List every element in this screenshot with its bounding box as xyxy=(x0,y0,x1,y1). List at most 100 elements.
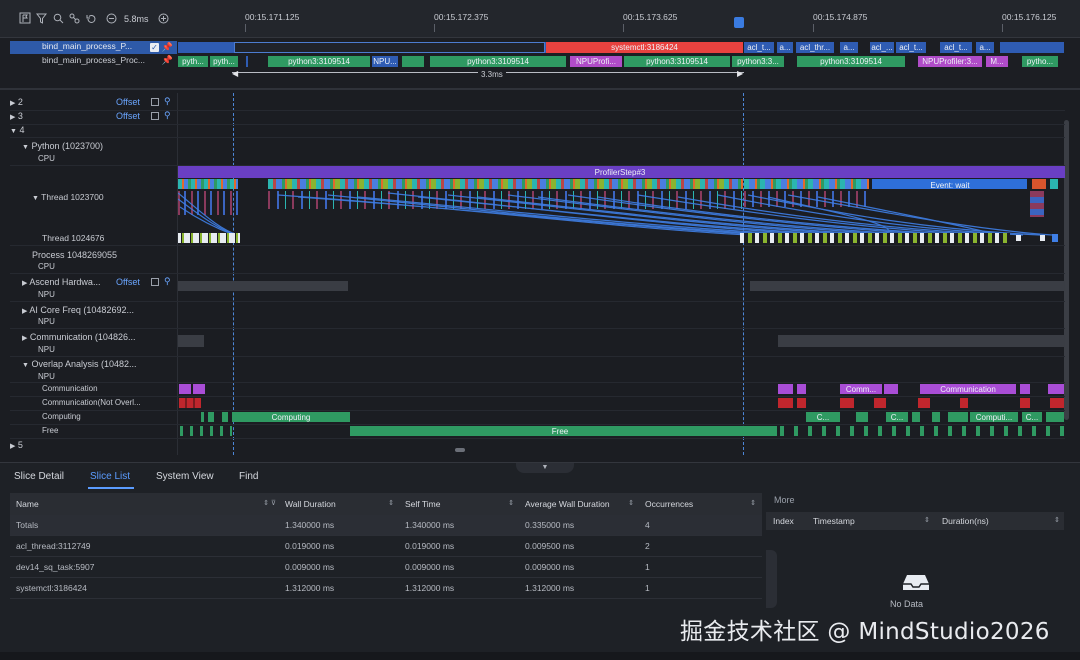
expand-icon[interactable]: ▶ xyxy=(10,114,15,121)
offset-link[interactable]: Offset xyxy=(116,97,140,107)
free-slice[interactable] xyxy=(180,426,232,436)
summary-bar[interactable] xyxy=(778,335,1065,347)
slice-bar[interactable]: NPUProfi... xyxy=(570,56,622,67)
pin-icon[interactable]: ⚲ xyxy=(164,276,171,287)
comm-slice[interactable] xyxy=(797,384,806,394)
slice-bar[interactable]: NPU... xyxy=(372,56,398,67)
slice-bar[interactable]: M... xyxy=(986,56,1008,67)
table-row[interactable]: systemctl:3186424 1.312000 ms 1.312000 m… xyxy=(10,578,762,599)
slice-systemctl[interactable]: systemctl:3186424 xyxy=(546,42,743,53)
expand-side-panel-icon[interactable] xyxy=(766,550,777,608)
sort-icon[interactable]: ⇕ xyxy=(508,493,514,515)
pin-icon[interactable]: 📌 xyxy=(162,55,173,66)
flag-marker-icon[interactable] xyxy=(734,17,744,28)
column-header-average-wall-duration[interactable]: Average Wall Duration ⇕ xyxy=(520,493,640,515)
slice-bar[interactable] xyxy=(1000,42,1064,53)
column-header-wall-duration[interactable]: Wall Duration ⇕ xyxy=(280,493,400,515)
slice-cluster[interactable] xyxy=(178,179,238,189)
slice-bar[interactable] xyxy=(1032,179,1046,189)
computing-slice[interactable] xyxy=(856,412,868,422)
computing-slice[interactable] xyxy=(1046,412,1064,422)
filter-icon[interactable] xyxy=(34,11,48,25)
column-header-name[interactable]: Name ⇕ ⊽ xyxy=(10,493,280,515)
flow-marker[interactable] xyxy=(1016,235,1021,241)
sort-icon[interactable]: ⇕ xyxy=(1054,512,1060,530)
slice-bar[interactable] xyxy=(402,56,424,67)
track-group-4[interactable]: ▼ 4 xyxy=(10,125,177,135)
pinned-row-label[interactable]: bind_main_process_Proc... 📌 xyxy=(10,55,177,68)
expand-icon[interactable]: ▶ xyxy=(10,100,15,107)
tab-system-view[interactable]: System View xyxy=(156,471,214,482)
track-group-5[interactable]: ▶ 5 xyxy=(10,440,177,450)
comm-not-overlapped-slice[interactable] xyxy=(179,398,201,408)
comm-slice[interactable] xyxy=(193,384,205,394)
slice-bar[interactable] xyxy=(1050,179,1058,189)
slice-bar[interactable]: python3:3... xyxy=(732,56,784,67)
comm-not-overlapped-slice[interactable] xyxy=(874,398,886,408)
computing-slice[interactable] xyxy=(948,412,968,422)
sort-icon[interactable]: ⇕ ⊽ xyxy=(263,493,276,515)
communication-track[interactable]: ▶ Communication (104826... xyxy=(10,332,177,342)
sort-icon[interactable]: ⇕ xyxy=(924,512,930,530)
comm-slice[interactable] xyxy=(1020,384,1030,394)
table-row[interactable]: dev14_sq_task:5907 0.009000 ms 0.009000 … xyxy=(10,557,762,578)
slice-bar[interactable]: python3:3109514 xyxy=(624,56,730,67)
pin-icon[interactable]: ⚲ xyxy=(164,96,171,107)
comm-not-overlapped-slice[interactable] xyxy=(797,398,806,408)
offset-link[interactable]: Offset xyxy=(116,277,140,287)
slice-bar[interactable] xyxy=(246,56,248,67)
slice-bar[interactable]: python3:3109514 xyxy=(797,56,905,67)
zoom-out-icon[interactable] xyxy=(104,11,118,25)
slice-cluster[interactable] xyxy=(268,179,743,189)
flow-marker-cluster[interactable] xyxy=(740,233,1010,243)
column-header-index[interactable]: Index xyxy=(773,512,794,530)
pin-icon[interactable]: ⚲ xyxy=(164,110,171,121)
comm-slice[interactable] xyxy=(179,384,191,394)
link-icon[interactable] xyxy=(67,11,81,25)
computing-slice[interactable] xyxy=(932,412,940,422)
collapse-icon[interactable]: ▼ xyxy=(10,128,17,135)
expand-icon[interactable]: ▶ xyxy=(22,308,27,315)
slice-bar[interactable]: acl_thr... xyxy=(796,42,834,53)
offset-checkbox[interactable] xyxy=(151,278,159,286)
offset-checkbox[interactable] xyxy=(151,112,159,120)
summary-bar[interactable] xyxy=(178,335,204,347)
comm-not-overlapped-slice[interactable] xyxy=(840,398,854,408)
column-header-timestamp[interactable]: Timestamp xyxy=(813,512,855,530)
slice-bar[interactable]: NPUProfiler:3... xyxy=(918,56,982,67)
checkbox-checked-icon[interactable]: ✓ xyxy=(150,43,159,52)
pinned-row-label[interactable]: bind_main_process_P... ✓ 📌 xyxy=(10,41,177,54)
collapse-icon[interactable]: ▼ xyxy=(22,144,29,151)
slice-bar[interactable]: acl_t... xyxy=(744,42,774,53)
computing-slice[interactable] xyxy=(912,412,920,422)
flag-icon[interactable] xyxy=(18,11,32,25)
overlap-analysis-track[interactable]: ▼ Overlap Analysis (10482... xyxy=(10,359,177,369)
tab-slice-list[interactable]: Slice List xyxy=(90,471,130,482)
slice-bar[interactable]: pytho... xyxy=(1022,56,1058,67)
slice-bar[interactable]: a... xyxy=(976,42,994,53)
slice-bar[interactable]: acl_t... xyxy=(940,42,972,53)
resize-handle[interactable] xyxy=(455,448,465,452)
column-header-occurrences[interactable]: Occurrences ⇕ xyxy=(640,493,762,515)
collapse-icon[interactable]: ▼ xyxy=(22,362,29,369)
offset-checkbox[interactable] xyxy=(151,98,159,106)
expand-icon[interactable]: ▶ xyxy=(22,335,27,342)
computing-slice[interactable] xyxy=(201,412,204,422)
offset-link[interactable]: Offset xyxy=(116,111,140,121)
sort-icon[interactable]: ⇕ xyxy=(388,493,394,515)
process-python[interactable]: ▼ Python (1023700) xyxy=(10,141,177,151)
tab-find[interactable]: Find xyxy=(239,471,258,482)
pin-icon[interactable]: 📌 xyxy=(162,42,173,53)
flow-marker-cluster[interactable] xyxy=(178,233,240,243)
comm-slice[interactable] xyxy=(1048,384,1064,394)
computing-slice[interactable] xyxy=(222,412,228,422)
comm-not-overlapped-slice[interactable] xyxy=(960,398,968,408)
column-header-self-time[interactable]: Self Time ⇕ xyxy=(400,493,520,515)
slice-bar[interactable]: python3:3109514 xyxy=(268,56,370,67)
summary-bar[interactable] xyxy=(178,281,348,291)
table-row[interactable]: Totals 1.340000 ms 1.340000 ms 0.335000 … xyxy=(10,515,762,536)
sort-icon[interactable]: ⇕ xyxy=(628,493,634,515)
slice-cluster[interactable] xyxy=(744,179,869,189)
free-slice[interactable] xyxy=(780,426,1064,436)
comm-not-overlapped-slice[interactable] xyxy=(1050,398,1064,408)
